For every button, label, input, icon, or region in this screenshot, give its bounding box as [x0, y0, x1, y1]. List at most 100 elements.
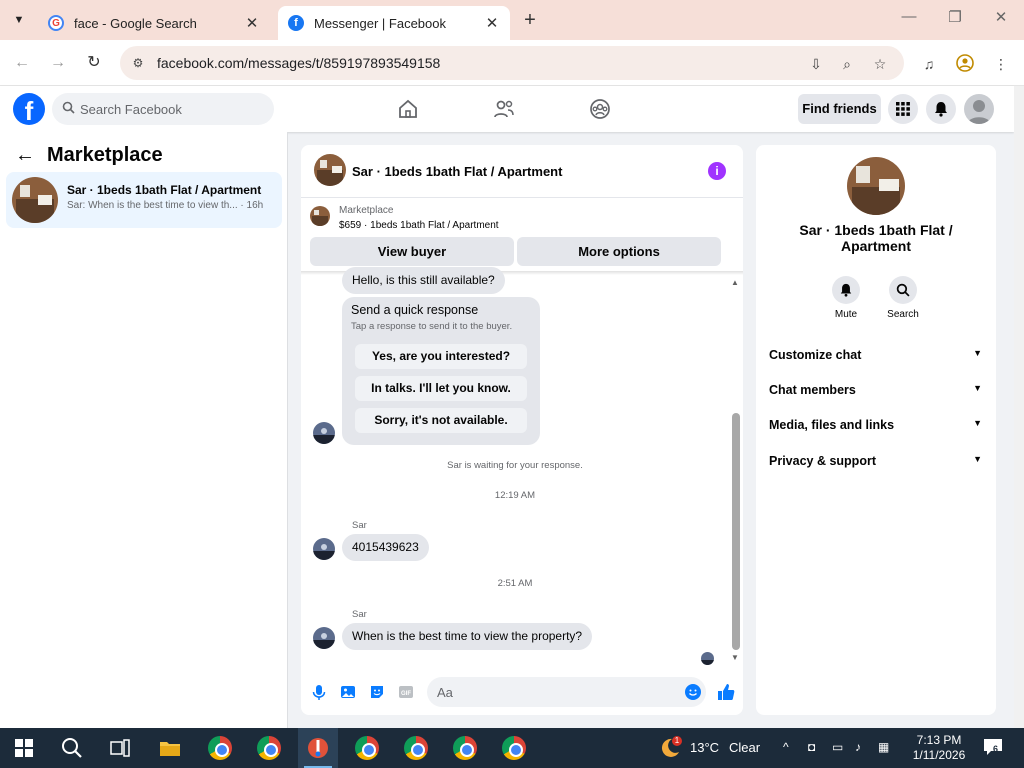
weather-description[interactable]: Clear: [729, 740, 760, 755]
photo-icon[interactable]: [339, 683, 357, 701]
chrome-icon[interactable]: [396, 728, 436, 768]
chrome-icon[interactable]: [200, 728, 240, 768]
view-buyer-button[interactable]: View buyer: [310, 237, 514, 266]
minimize-icon[interactable]: —: [897, 8, 921, 25]
close-tab-icon[interactable]: ✕: [484, 14, 500, 32]
media-files-section[interactable]: Media, files and links ▼: [769, 418, 982, 438]
search-icon[interactable]: [889, 276, 917, 304]
chat-members-section[interactable]: Chat members ▼: [769, 383, 982, 403]
section-label: Media, files and links: [769, 418, 895, 432]
friends-icon[interactable]: [492, 97, 516, 121]
back-arrow-icon[interactable]: ←: [15, 144, 35, 167]
home-icon[interactable]: [396, 97, 420, 121]
chrome-icon[interactable]: [445, 728, 485, 768]
chat-listing-thumbnail[interactable]: [314, 154, 346, 186]
camera-icon[interactable]: ◘: [808, 740, 815, 754]
chat-scrollbar[interactable]: ▲ ▼: [730, 275, 743, 667]
notification-count: 6: [993, 744, 999, 754]
network-icon[interactable]: ▭: [832, 740, 843, 754]
media-controls-icon[interactable]: ♫: [919, 54, 939, 74]
browser-menu-icon[interactable]: ⋮: [991, 54, 1011, 74]
search-icon: [62, 101, 75, 117]
system-clock[interactable]: 7:13 PM 1/11/2026: [904, 733, 974, 763]
reload-icon[interactable]: ↻: [83, 52, 105, 74]
tab-messenger[interactable]: f Messenger | Facebook ✕: [278, 6, 510, 40]
tab-google-search[interactable]: G face - Google Search ✕: [38, 6, 270, 40]
search-input[interactable]: [80, 93, 266, 125]
thumbs-up-icon[interactable]: [716, 682, 735, 700]
facebook-logo-icon[interactable]: f: [13, 93, 45, 126]
notification-center-icon[interactable]: 6: [983, 738, 1005, 758]
volume-icon[interactable]: ♪: [855, 740, 861, 754]
back-icon[interactable]: ←: [11, 52, 33, 74]
active-app-icon[interactable]: [298, 728, 338, 768]
url-text[interactable]: facebook.com/messages/t/859197893549158: [157, 55, 440, 71]
site-settings-icon[interactable]: ⚙: [130, 55, 146, 71]
sender-avatar[interactable]: [313, 627, 335, 649]
search-icon[interactable]: [52, 728, 92, 768]
chrome-icon[interactable]: [249, 728, 289, 768]
scroll-down-icon[interactable]: ▼: [731, 653, 739, 662]
privacy-support-section[interactable]: Privacy & support ▼: [769, 454, 982, 474]
gif-icon[interactable]: GIF: [397, 683, 415, 701]
new-tab-button[interactable]: +: [518, 9, 542, 32]
quick-response-subtitle: Tap a response to send it to the buyer.: [351, 321, 513, 332]
info-icon[interactable]: i: [708, 162, 726, 180]
mute-button[interactable]: Mute: [816, 276, 876, 320]
message-bubble[interactable]: When is the best time to view the proper…: [342, 623, 593, 650]
quick-response-option[interactable]: Sorry, it's not available.: [355, 408, 527, 433]
chrome-icon[interactable]: [347, 728, 387, 768]
weather-temperature[interactable]: 13°C: [690, 740, 719, 755]
emoji-icon[interactable]: [685, 684, 701, 700]
keyboard-icon[interactable]: ▦: [878, 740, 889, 754]
message-bubble[interactable]: 4015439623: [342, 534, 429, 561]
show-hidden-icons-icon[interactable]: ^: [783, 740, 789, 754]
conversation-title: Sar · 1beds 1bath Flat / Apartment: [67, 183, 262, 197]
tab-title: Messenger | Facebook: [314, 15, 446, 31]
find-friends-button[interactable]: Find friends: [798, 94, 881, 124]
facebook-search[interactable]: [52, 93, 274, 125]
customize-chat-section[interactable]: Customize chat ▼: [769, 348, 982, 368]
more-options-button[interactable]: More options: [517, 237, 721, 266]
notifications-bell-icon[interactable]: [926, 94, 956, 124]
bookmark-star-icon[interactable]: ☆: [871, 55, 889, 73]
browser-tabstrip: ▼ G face - Google Search ✕ f Messenger |…: [0, 0, 1024, 40]
bell-icon[interactable]: [832, 276, 860, 304]
sender-avatar[interactable]: [313, 422, 335, 444]
sender-avatar[interactable]: [313, 538, 335, 560]
microphone-icon[interactable]: [310, 683, 328, 701]
install-app-icon[interactable]: ⇩: [807, 55, 825, 73]
chat-title[interactable]: Sar · 1beds 1bath Flat / Apartment: [352, 164, 562, 179]
chevron-down-icon: ▼: [973, 418, 982, 428]
listing-mini-thumbnail: [310, 206, 330, 226]
search-conversation-button[interactable]: Search: [873, 276, 933, 320]
account-avatar[interactable]: [964, 94, 994, 124]
quick-response-option[interactable]: In talks. I'll let you know.: [355, 376, 527, 401]
scroll-up-icon[interactable]: ▲: [731, 278, 739, 287]
page-scrollbar[interactable]: [1014, 86, 1024, 728]
task-view-icon[interactable]: [100, 728, 140, 768]
facebook-icon: f: [288, 15, 304, 31]
browser-toolbar: ← → ↻ ⚙ facebook.com/messages/t/85919789…: [0, 40, 1024, 86]
profile-icon[interactable]: [955, 54, 975, 74]
sticker-icon[interactable]: [368, 683, 386, 701]
forward-icon[interactable]: →: [47, 52, 69, 74]
zoom-icon[interactable]: ⌕: [838, 55, 856, 73]
close-window-icon[interactable]: ✕: [989, 8, 1013, 26]
restore-icon[interactable]: ❐: [943, 8, 967, 26]
weather-moon-icon[interactable]: 1: [658, 736, 682, 760]
conversation-photo[interactable]: [847, 157, 905, 215]
message-input[interactable]: [437, 677, 677, 707]
address-bar[interactable]: ⚙ facebook.com/messages/t/85919789354915…: [120, 46, 904, 80]
menu-grid-icon[interactable]: [888, 94, 918, 124]
windows-start-icon[interactable]: [4, 728, 44, 768]
scroll-thumb[interactable]: [732, 413, 740, 650]
conversation-item[interactable]: Sar · 1beds 1bath Flat / Apartment Sar: …: [6, 172, 282, 228]
close-tab-icon[interactable]: ✕: [244, 14, 260, 32]
chrome-icon[interactable]: [494, 728, 534, 768]
listing-price-title[interactable]: $659 · 1beds 1bath Flat / Apartment: [339, 220, 499, 231]
tab-search-dropdown-icon[interactable]: ▼: [6, 8, 32, 32]
file-explorer-icon[interactable]: [150, 728, 190, 768]
quick-response-option[interactable]: Yes, are you interested?: [355, 344, 527, 369]
groups-icon[interactable]: [588, 97, 612, 121]
